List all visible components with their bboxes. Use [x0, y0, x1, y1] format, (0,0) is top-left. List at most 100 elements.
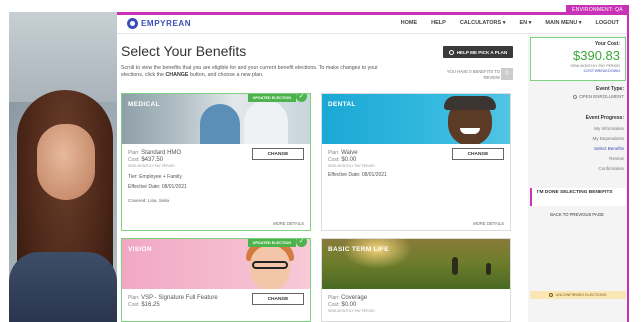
nav-language[interactable]: EN ▾	[519, 20, 531, 26]
nav-main-menu[interactable]: MAIN MENU ▾	[545, 20, 581, 26]
help-me-pick-button[interactable]: HELP ME PICK A PLAN	[443, 46, 513, 58]
page-title: Select Your Benefits	[121, 43, 247, 59]
card-body: Plan: Waive Cost: $0.00 SEMI-MONTHLY PAY…	[322, 144, 510, 182]
your-cost-label: Your Cost:	[594, 41, 620, 47]
review-text: YOU HAVE 0 BENEFITS TO REVIEW	[446, 69, 500, 80]
card-body: Plan: Coverage Cost: $0.00 SEMI-MONTHLY …	[322, 289, 510, 317]
image-figure	[460, 128, 480, 134]
warning-icon	[549, 293, 554, 297]
plan-name: Plan: Coverage	[328, 295, 504, 301]
cost-label: Cost:	[128, 157, 140, 163]
pay-period: SEMI-MONTHLY PAY PERIOD	[128, 164, 175, 168]
benefit-card-medical: MEDICAL UPDATED ELECTION ✓ Plan: Standar…	[121, 93, 311, 231]
pay-period: SEMI-MONTHLY PAY PERIOD	[328, 164, 375, 168]
done-selecting-button[interactable]: I'M DONE SELECTING BENEFITS	[530, 188, 626, 206]
plan-name: Plan: VSP - Signature Full Feature	[128, 295, 246, 301]
logo-icon	[127, 18, 138, 29]
covered-people: Covered: Lisa, Selia	[128, 198, 170, 203]
cost-value: $16.25	[141, 302, 160, 308]
image-figure	[252, 261, 288, 269]
card-image-life: BASIC TERM LIFE	[322, 239, 510, 289]
top-header: EMPYREAN HOME HELP CALCULATORS ▾ EN ▾ MA…	[117, 15, 627, 34]
check-icon: ✓	[296, 239, 307, 247]
event-progress-label: Event Progress:	[585, 115, 624, 121]
nav-home[interactable]: HOME	[401, 20, 418, 26]
benefit-card-life: BASIC TERM LIFE Plan: Coverage Cost: $0.…	[321, 238, 511, 322]
coverage-tier: Tier: Employee + Family	[128, 174, 182, 180]
plan-label: Plan:	[328, 295, 340, 301]
card-image-dental: DENTAL	[322, 94, 510, 144]
intro-text-post: button, and choose a new plan.	[188, 72, 264, 78]
plan-label: Plan:	[328, 150, 340, 156]
cost-value: $0.00	[341, 302, 357, 308]
image-figure	[244, 100, 288, 144]
more-details-link[interactable]: MORE DETAILS	[273, 221, 304, 226]
photo-shirt	[9, 252, 117, 322]
hero-photo	[9, 12, 117, 322]
card-image-vision: VISION UPDATED ELECTION ✓	[122, 239, 310, 289]
pay-period: SEMI-MONTHLY PAY PERIOD	[328, 309, 375, 313]
nav-calculators[interactable]: CALCULATORS ▾	[460, 20, 506, 26]
nav-help[interactable]: HELP	[431, 20, 446, 26]
card-label: BASIC TERM LIFE	[328, 246, 389, 253]
effective-date: Effective Date: 08/01/2021	[128, 184, 187, 190]
card-label: MEDICAL	[128, 101, 160, 108]
event-type-value: OPEN ENROLLMENT	[530, 94, 624, 99]
your-cost-box: Your Cost: $390.83 SEMI-MONTHLY PAY PERI…	[530, 37, 626, 81]
card-label: DENTAL	[328, 101, 356, 108]
benefit-card-vision: VISION UPDATED ELECTION ✓ Plan: VSP - Si…	[121, 238, 311, 322]
intro-text: Scroll to view the benefits that you are…	[121, 65, 381, 79]
image-figure	[452, 257, 458, 275]
card-body: Plan: VSP - Signature Full Feature Cost:…	[122, 289, 310, 312]
event-type: Event Type: OPEN ENROLLMENT	[530, 86, 624, 99]
help-icon	[448, 49, 454, 55]
change-button[interactable]: CHANGE	[452, 148, 504, 160]
cost-breakdown-link[interactable]: COST BREAKDOWN	[536, 69, 620, 73]
card-label: VISION	[128, 246, 152, 253]
image-figure	[342, 239, 412, 269]
more-details-link[interactable]: MORE DETAILS	[473, 221, 504, 226]
progress-step-review[interactable]: Review	[530, 156, 624, 161]
unconfirmed-elections-banner[interactable]: UNCONFIRMED ELECTIONS	[530, 291, 626, 299]
plan-value: Coverage	[341, 295, 368, 301]
plan-value: Standard HMO	[141, 150, 182, 156]
card-body: Plan: Standard HMO Cost: $437.50 SEMI-MO…	[122, 144, 310, 207]
environment-tag: ENVIRONMENT: QA	[566, 5, 629, 15]
event-icon	[573, 95, 578, 99]
updated-election-badge: UPDATED ELECTION	[247, 94, 296, 102]
nav-logout[interactable]: LOGOUT	[595, 20, 619, 26]
cost-label: Cost:	[328, 157, 340, 163]
cost-value: $437.50	[141, 157, 164, 163]
logo-text: EMPYREAN	[141, 19, 192, 28]
change-button[interactable]: CHANGE	[252, 293, 304, 305]
unconfirmed-elections-label: UNCONFIRMED ELECTIONS	[555, 293, 607, 297]
plan-label: Plan:	[128, 150, 140, 156]
plan-value: Waive	[341, 150, 358, 156]
cost-label: Cost:	[128, 302, 140, 308]
photo-face	[37, 124, 95, 200]
change-button[interactable]: CHANGE	[252, 148, 304, 160]
logo[interactable]: EMPYREAN	[127, 18, 191, 29]
plan-label: Plan:	[128, 295, 140, 301]
event-type-label: Event Type:	[596, 86, 624, 92]
right-sidebar: Your Cost: $390.83 SEMI-MONTHLY PAY PERI…	[528, 35, 627, 322]
cost-value: $0.00	[341, 157, 357, 163]
image-figure	[486, 263, 491, 275]
your-cost-pay-period: SEMI-MONTHLY PAY PERIOD	[570, 64, 620, 68]
updated-election-badge: UPDATED ELECTION	[247, 239, 296, 247]
progress-step-my-dependents[interactable]: My Dependents	[530, 136, 624, 141]
right-accent-border	[627, 12, 629, 322]
review-count-badge: 0	[501, 68, 513, 80]
main-content: Select Your Benefits Scroll to view the …	[117, 35, 527, 322]
image-figure	[444, 96, 496, 110]
progress-step-my-information[interactable]: My Information	[530, 126, 624, 131]
back-to-previous-link[interactable]: BACK TO PREVIOUS PAGE	[530, 212, 624, 217]
progress-step-confirmation[interactable]: Confirmation	[530, 166, 624, 171]
benefit-card-dental: DENTAL Plan: Waive Cost: $0.00 SEMI-MONT…	[321, 93, 511, 231]
help-me-pick-label: HELP ME PICK A PLAN	[456, 49, 508, 55]
progress-step-select-benefits[interactable]: Select Benefits	[530, 146, 624, 151]
plan-value: VSP - Signature Full Feature	[141, 295, 218, 301]
effective-date: Effective Date: 08/01/2021	[328, 172, 387, 178]
event-progress: Event Progress: My Information My Depend…	[530, 115, 624, 171]
photo-background	[9, 12, 117, 102]
